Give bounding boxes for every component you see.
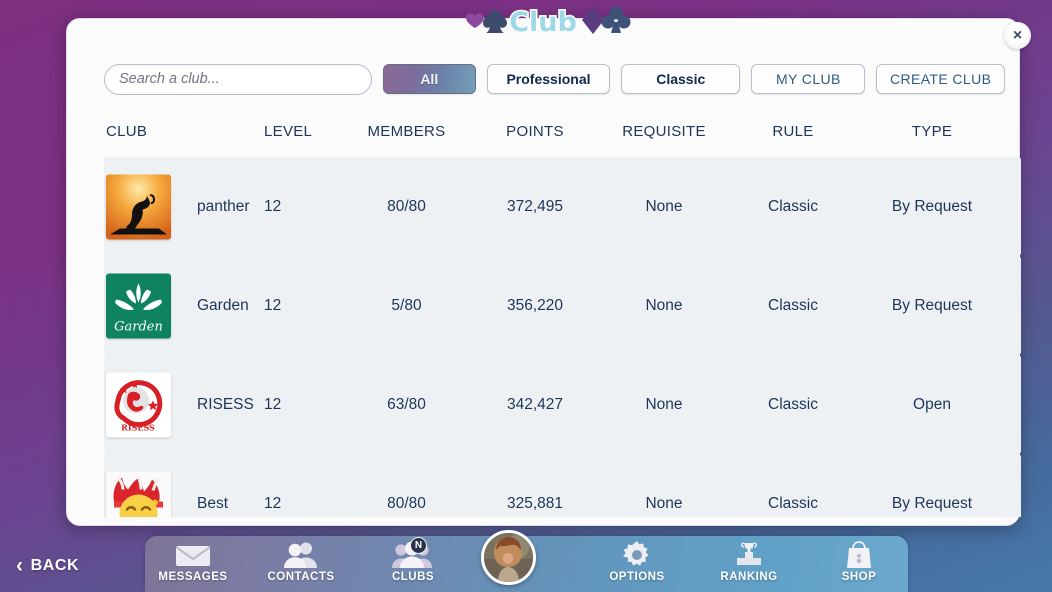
club-rule: Classic bbox=[768, 494, 818, 512]
nav-label-shop: SHOP bbox=[841, 571, 877, 583]
club-dialog-panel: All Professional Classic MY CLUB CREATE … bbox=[66, 18, 1021, 526]
club-members: 5/80 bbox=[391, 296, 422, 314]
nav-label-options: OPTIONS bbox=[609, 571, 665, 583]
nav-label-clubs: CLUBS bbox=[391, 571, 435, 583]
club-type: By Request bbox=[891, 197, 973, 215]
nav-label-contacts: CONTACTS bbox=[267, 571, 335, 583]
clubs-icon: N bbox=[391, 537, 435, 570]
club-type: By Request bbox=[891, 296, 973, 314]
column-header-rule: RULE bbox=[772, 123, 814, 140]
table-row[interactable]: panther 12 80/80 372,495 None Classic By… bbox=[104, 157, 1021, 256]
nav-item-ranking[interactable]: RANKING bbox=[701, 540, 797, 592]
club-list[interactable]: panther 12 80/80 372,495 None Classic By… bbox=[104, 157, 1021, 517]
club-requisite: None bbox=[645, 296, 683, 314]
club-points: 372,495 bbox=[506, 197, 564, 215]
envelope-icon bbox=[175, 540, 211, 570]
club-type: By Request bbox=[891, 494, 973, 512]
filter-tab-all-label: All bbox=[420, 71, 439, 87]
club-rule: Classic bbox=[768, 197, 818, 215]
search-input[interactable] bbox=[104, 63, 372, 95]
chevron-left-icon: ‹ bbox=[16, 554, 24, 577]
table-row[interactable]: Garden Garden 12 5/80 356,220 None Class… bbox=[104, 256, 1021, 355]
shopping-bag-icon bbox=[845, 540, 873, 570]
club-level: 12 bbox=[264, 296, 282, 314]
club-requisite: None bbox=[645, 494, 683, 512]
club-members: 80/80 bbox=[387, 494, 426, 512]
club-points: 356,220 bbox=[506, 296, 564, 314]
column-header-members: MEMBERS bbox=[367, 123, 446, 140]
club-members: 63/80 bbox=[387, 395, 426, 413]
contacts-icon bbox=[281, 540, 321, 570]
filter-tab-classic[interactable]: Classic bbox=[621, 64, 741, 94]
close-icon[interactable]: × bbox=[1004, 22, 1031, 49]
nav-item-messages[interactable]: MESSAGES bbox=[145, 540, 241, 592]
filter-tab-classic-label: Classic bbox=[656, 71, 706, 87]
back-button[interactable]: ‹ BACK bbox=[16, 555, 79, 576]
club-level: 12 bbox=[264, 395, 282, 413]
nav-item-contacts[interactable]: CONTACTS bbox=[253, 540, 349, 592]
column-header-points: POINTS bbox=[506, 123, 564, 140]
create-club-button[interactable]: CREATE CLUB bbox=[876, 64, 1005, 94]
avatar[interactable] bbox=[481, 530, 536, 585]
clubs-new-badge: N bbox=[410, 537, 427, 554]
club-level: 12 bbox=[264, 197, 282, 215]
club-members: 80/80 bbox=[387, 197, 426, 215]
club-level: 12 bbox=[264, 494, 282, 512]
club-points: 325,881 bbox=[506, 494, 564, 512]
podium-trophy-icon bbox=[733, 540, 765, 570]
filter-tab-professional[interactable]: Professional bbox=[486, 64, 611, 94]
column-header-level: LEVEL bbox=[264, 123, 313, 140]
back-button-label: BACK bbox=[30, 556, 80, 574]
create-club-label: CREATE CLUB bbox=[889, 71, 992, 87]
club-rule: Classic bbox=[768, 296, 818, 314]
column-header-requisite: REQUISITE bbox=[622, 123, 706, 140]
club-points: 342,427 bbox=[506, 395, 564, 413]
nav-item-clubs[interactable]: N CLUBS bbox=[365, 537, 461, 592]
filter-tab-professional-label: Professional bbox=[506, 71, 591, 87]
nav-label-messages: MESSAGES bbox=[158, 571, 228, 583]
toolbar: All Professional Classic MY CLUB CREATE … bbox=[104, 59, 1005, 99]
club-requisite: None bbox=[645, 197, 683, 215]
column-header-club: CLUB bbox=[106, 123, 148, 140]
table-row[interactable]: Best 12 80/80 325,881 None Classic By Re… bbox=[104, 454, 1021, 517]
column-header-type: TYPE bbox=[911, 123, 953, 140]
my-club-button[interactable]: MY CLUB bbox=[751, 64, 866, 94]
bottom-navigation-bar: MESSAGES CONTACTS N CLUBS OPTIONS RANKIN… bbox=[145, 530, 908, 592]
nav-label-ranking: RANKING bbox=[720, 571, 778, 583]
table-header-row: CLUB LEVEL MEMBERS POINTS REQUISITE RULE… bbox=[104, 123, 1008, 157]
filter-tab-all[interactable]: All bbox=[382, 64, 476, 94]
club-requisite: None bbox=[645, 395, 683, 413]
nav-item-options[interactable]: OPTIONS bbox=[589, 540, 685, 592]
nav-item-shop[interactable]: SHOP bbox=[811, 540, 907, 592]
club-rule: Classic bbox=[768, 395, 818, 413]
gear-icon bbox=[622, 540, 652, 570]
club-type: Open bbox=[913, 395, 951, 413]
table-row[interactable]: RISESS RISESS 12 63/80 342,427 None Clas… bbox=[104, 355, 1021, 454]
my-club-label: MY CLUB bbox=[775, 71, 841, 87]
